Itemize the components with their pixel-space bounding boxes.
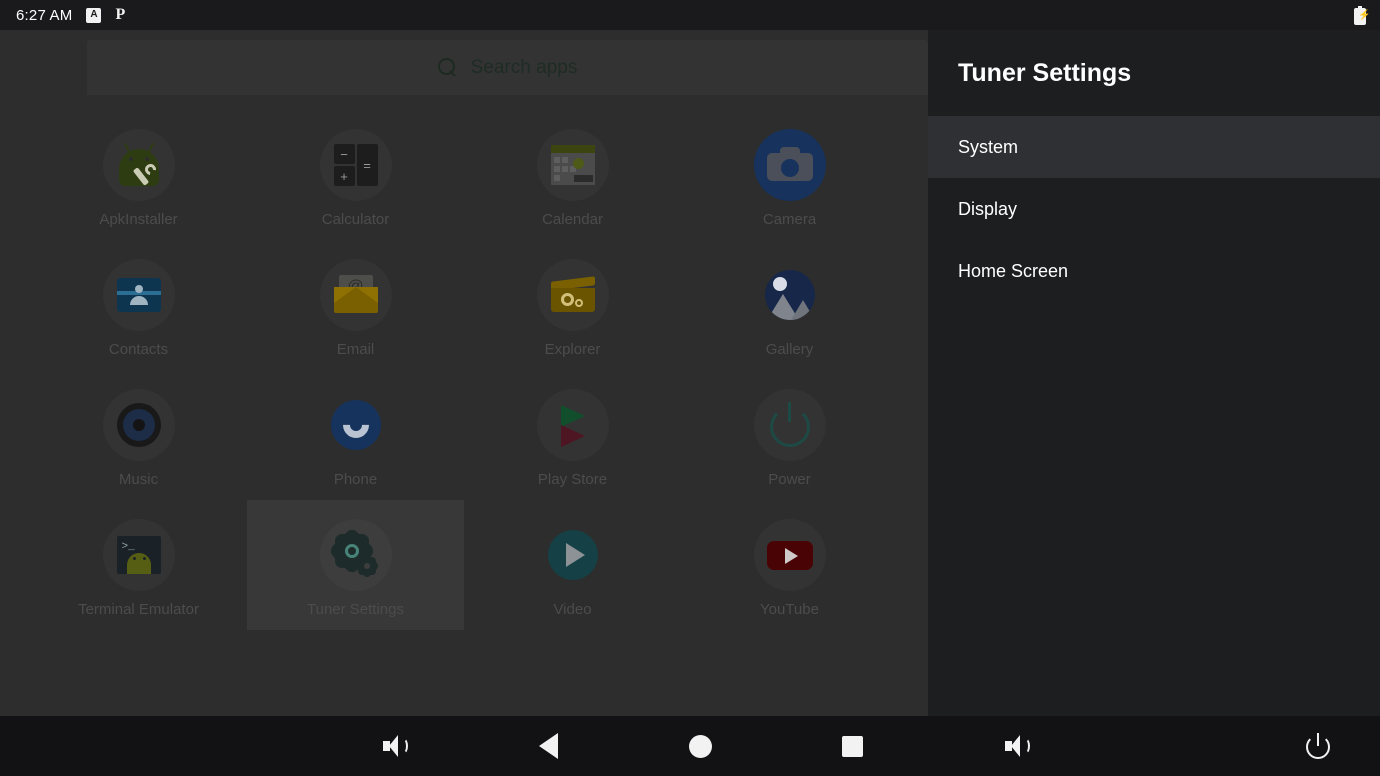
- app-tile-email[interactable]: @ Email: [247, 240, 464, 370]
- play-store-icon: [536, 389, 609, 461]
- search-placeholder: Search apps: [470, 56, 578, 78]
- panel-item-label: System: [958, 136, 1019, 157]
- status-bar: 6:27 AM A P ⚡: [0, 0, 1380, 30]
- app-label: Contacts: [108, 341, 169, 358]
- battery-charging-icon: ⚡: [1354, 5, 1370, 25]
- app-tile-explorer[interactable]: Explorer: [464, 240, 681, 370]
- terminal-emulator-icon: >_: [102, 519, 175, 591]
- calendar-icon: [536, 129, 609, 201]
- volume-icon[interactable]: [366, 716, 426, 776]
- status-bar-right-group: ⚡: [1354, 5, 1380, 25]
- recents-icon[interactable]: [822, 716, 882, 776]
- panel-item-home-screen[interactable]: Home Screen: [928, 240, 1380, 302]
- app-tile-phone[interactable]: Phone: [247, 370, 464, 500]
- navigation-bar-right: [928, 716, 1380, 776]
- app-tile-terminal-emulator[interactable]: >_ Terminal Emulator: [30, 500, 247, 630]
- app-tile-calculator[interactable]: − + = Calculator: [247, 110, 464, 240]
- panel-item-label: Home Screen: [958, 260, 1069, 281]
- search-icon: [437, 58, 457, 77]
- android-home-screen: 6:27 AM A P ⚡ Search apps ApkInstaller −…: [0, 0, 1380, 776]
- home-icon[interactable]: [670, 716, 730, 776]
- terminal-prompt: >_: [121, 541, 135, 553]
- app-label: Video: [553, 601, 592, 618]
- volume-icon[interactable]: [988, 716, 1048, 776]
- app-label: Calculator: [321, 211, 390, 228]
- app-label: Phone: [333, 471, 378, 488]
- search-bar[interactable]: Search apps: [87, 40, 928, 95]
- back-icon[interactable]: [518, 716, 578, 776]
- gallery-icon: [754, 259, 826, 331]
- calculator-key-plus: +: [333, 166, 355, 186]
- status-bar-left-group: 6:27 AM A P: [0, 7, 125, 24]
- app-tile-power[interactable]: Power: [681, 370, 898, 500]
- apkinstaller-icon: [102, 129, 175, 201]
- app-tile-play-store[interactable]: Play Store: [464, 370, 681, 500]
- contacts-icon: [102, 259, 175, 331]
- app-tile-contacts[interactable]: Contacts: [30, 240, 247, 370]
- power-icon: [753, 389, 826, 461]
- app-tile-calendar[interactable]: Calendar: [464, 110, 681, 240]
- email-icon: @: [319, 259, 392, 331]
- app-tile-video[interactable]: Video: [464, 500, 681, 630]
- calculator-icon: − + =: [319, 129, 392, 201]
- camera-icon: [753, 129, 826, 201]
- app-indicator-icon: P: [115, 6, 126, 23]
- page-title: Tuner Settings: [958, 58, 1132, 87]
- phone-icon: [320, 389, 392, 461]
- app-drawer: Search apps ApkInstaller − + = Calculato…: [0, 30, 928, 716]
- app-grid: ApkInstaller − + = Calculator Calendar C…: [30, 110, 898, 630]
- app-label: Play Store: [537, 471, 608, 488]
- panel-item-label: Display: [958, 198, 1018, 219]
- video-icon: [537, 519, 609, 591]
- calculator-key-equals: =: [356, 144, 378, 186]
- panel-header: Tuner Settings: [928, 30, 1380, 116]
- app-label: Camera: [762, 211, 817, 228]
- app-tile-youtube[interactable]: YouTube: [681, 500, 898, 630]
- keyboard-indicator-icon: A: [86, 7, 102, 23]
- app-tile-apkinstaller[interactable]: ApkInstaller: [30, 110, 247, 240]
- app-label: Power: [768, 471, 811, 488]
- panel-item-display[interactable]: Display: [928, 178, 1380, 240]
- youtube-icon: [753, 519, 826, 591]
- app-label: Music: [118, 471, 159, 488]
- app-label: ApkInstaller: [99, 211, 178, 228]
- tuner-settings-icon: [319, 519, 392, 591]
- navigation-bar: [0, 716, 1380, 776]
- navigation-bar-left: [320, 716, 928, 776]
- app-label: YouTube: [760, 601, 819, 618]
- tuner-settings-panel: Tuner Settings System Display Home Scree…: [928, 30, 1380, 716]
- app-tile-music[interactable]: Music: [30, 370, 247, 500]
- app-label: Calendar: [542, 211, 603, 228]
- music-icon: [102, 389, 175, 461]
- app-tile-tuner-settings[interactable]: Tuner Settings: [247, 500, 464, 630]
- app-tile-gallery[interactable]: Gallery: [681, 240, 898, 370]
- app-tile-camera[interactable]: Camera: [681, 110, 898, 240]
- calculator-key-minus: −: [333, 144, 355, 164]
- app-label: Gallery: [765, 341, 814, 358]
- app-label: Explorer: [544, 341, 601, 358]
- panel-item-system[interactable]: System: [928, 116, 1380, 178]
- power-icon[interactable]: [1289, 716, 1349, 776]
- explorer-icon: [536, 259, 609, 331]
- app-label: Tuner Settings: [307, 601, 404, 618]
- status-clock: 6:27 AM: [16, 6, 73, 24]
- app-label: Email: [336, 341, 375, 358]
- app-label: Terminal Emulator: [78, 601, 199, 618]
